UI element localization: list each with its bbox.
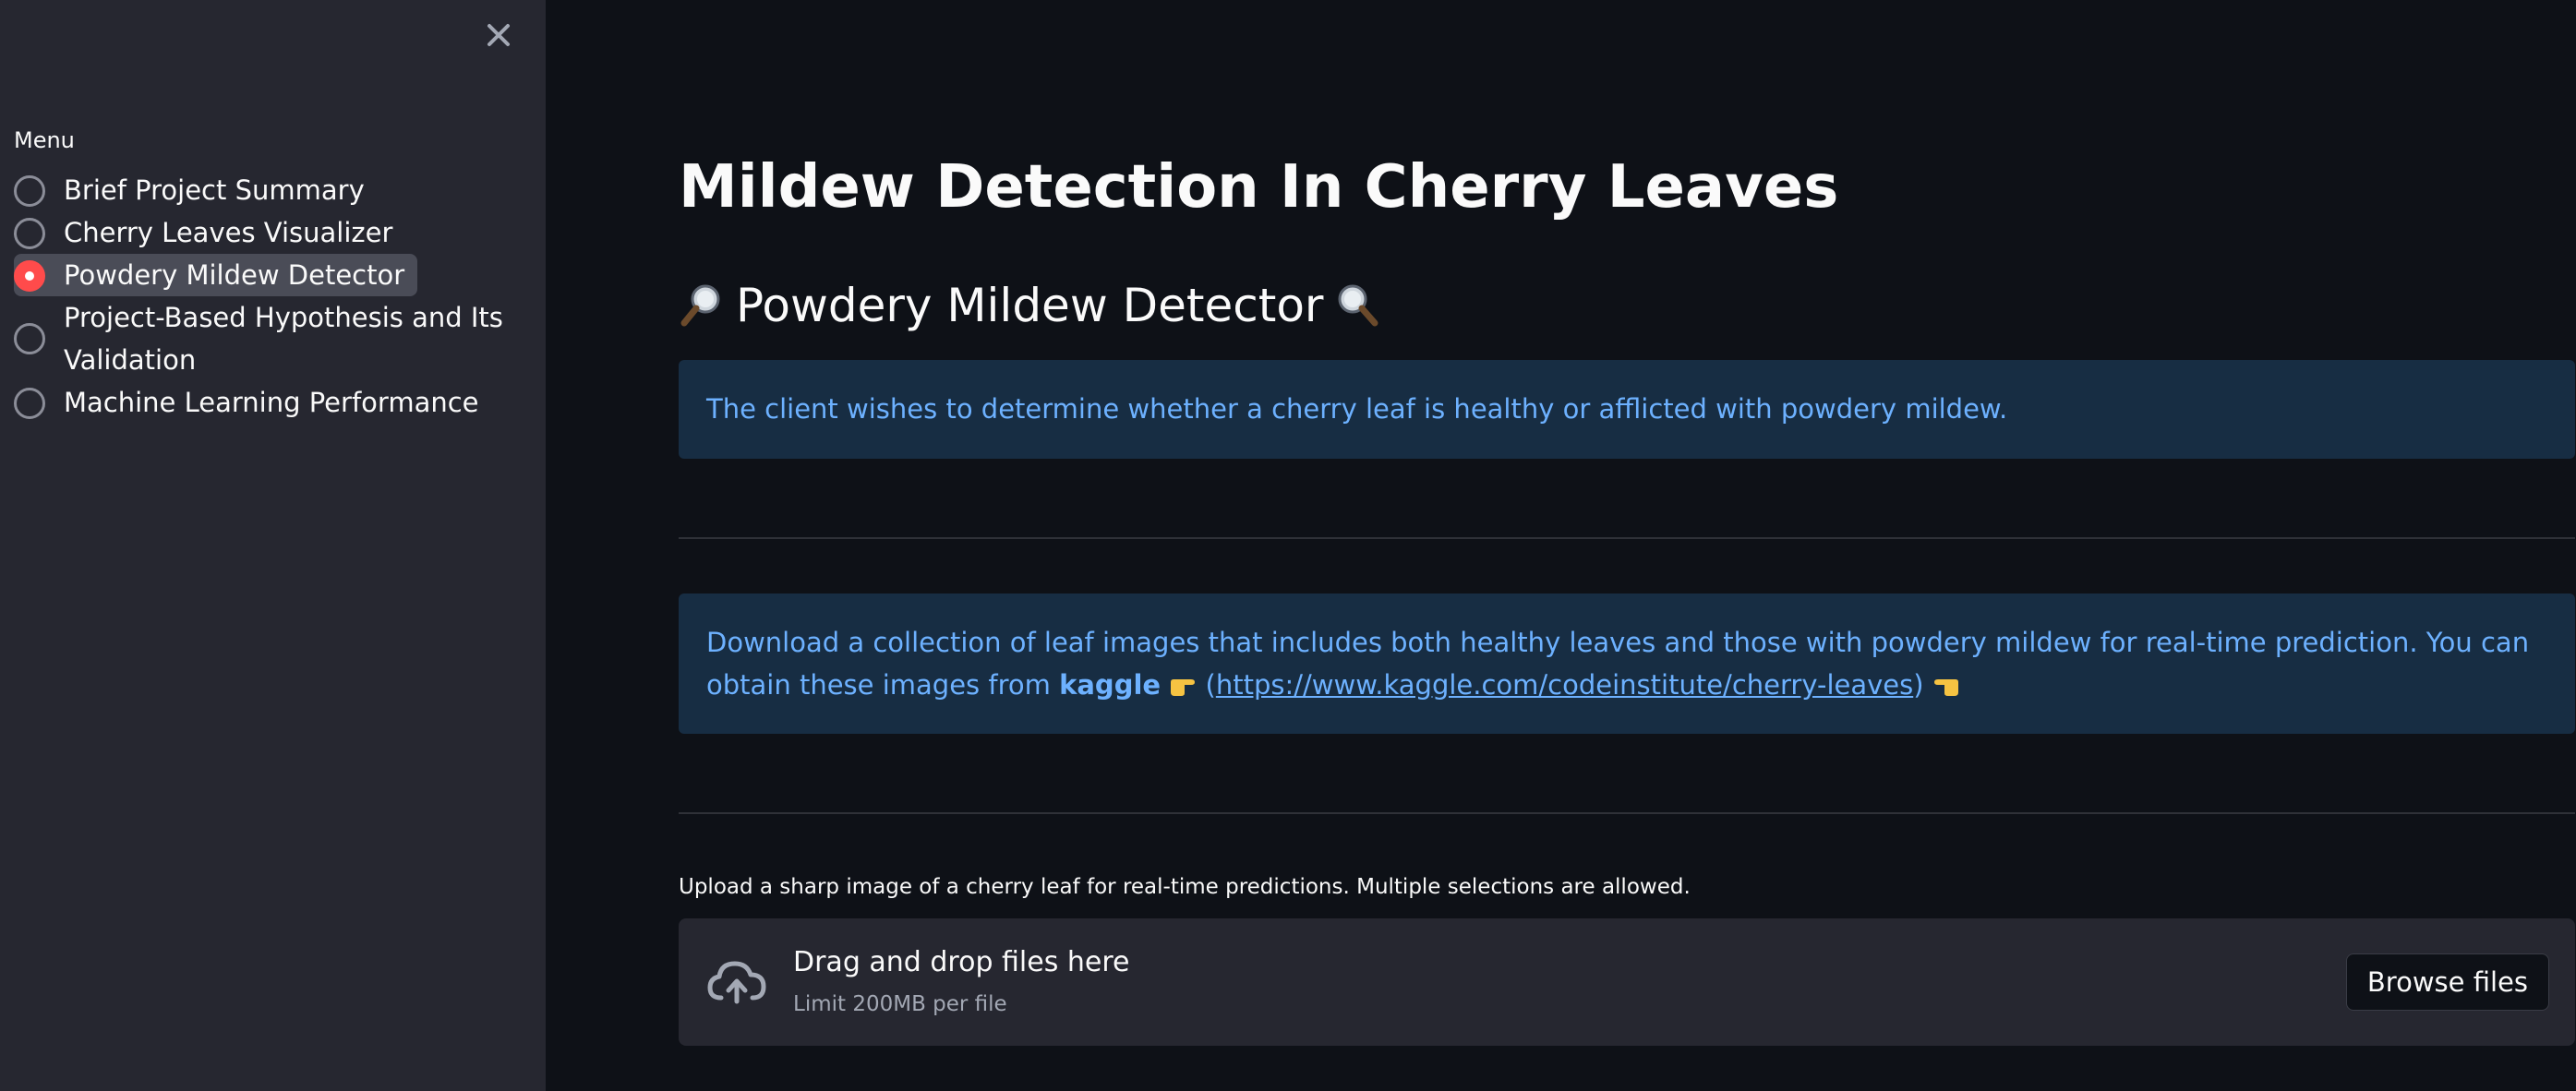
radio-button[interactable] <box>14 388 45 419</box>
pointing-left-icon <box>1933 679 1958 696</box>
divider <box>679 812 2575 814</box>
radio-button-selected[interactable] <box>14 260 45 292</box>
drop-title: Drag and drop files here <box>793 946 1130 978</box>
menu-item-powdery-mildew-detector[interactable]: Powdery Mildew Detector <box>14 254 531 296</box>
menu-item-label: Machine Learning Performance <box>64 387 479 418</box>
page-title: Mildew Detection In Cherry Leaves <box>679 153 1839 222</box>
radio-button[interactable] <box>14 323 45 354</box>
kaggle-label: kaggle <box>1059 669 1162 701</box>
menu-radio-group: Brief Project Summary Cherry Leaves Visu… <box>14 169 531 424</box>
magnifier-right-icon <box>1338 284 1378 327</box>
pointing-right-icon <box>1171 679 1196 696</box>
file-dropzone[interactable]: Drag and drop files here Limit 200MB per… <box>679 918 2575 1046</box>
menu-item-ml-performance[interactable]: Machine Learning Performance <box>14 381 531 424</box>
close-icon[interactable] <box>478 15 519 55</box>
menu-item-label: Brief Project Summary <box>64 174 365 206</box>
menu-label: Menu <box>14 127 75 153</box>
menu-item-label: Project-Based Hypothesis and Its Validat… <box>64 302 503 376</box>
main-content: Mildew Detection In Cherry Leaves Powder… <box>546 0 2576 1091</box>
subheader-text: Powdery Mildew Detector <box>736 279 1324 332</box>
divider <box>679 537 2575 539</box>
browse-files-button[interactable]: Browse files <box>2345 953 2549 1011</box>
menu-item-cherry-leaves-visualizer[interactable]: Cherry Leaves Visualizer <box>14 211 531 254</box>
radio-button[interactable] <box>14 218 45 249</box>
magnifier-left-icon <box>680 284 720 327</box>
info-box-client-goal: The client wishes to determine whether a… <box>679 360 2575 459</box>
app: Menu Brief Project Summary Cherry Leaves… <box>0 0 2576 1091</box>
menu-item-project-hypothesis[interactable]: Project-Based Hypothesis and Its Validat… <box>14 296 531 381</box>
menu-item-label: Cherry Leaves Visualizer <box>64 217 393 248</box>
uploader-label: Upload a sharp image of a cherry leaf fo… <box>679 875 1691 899</box>
sidebar: Menu Brief Project Summary Cherry Leaves… <box>0 0 546 1091</box>
radio-button[interactable] <box>14 175 45 207</box>
menu-item-label: Powdery Mildew Detector <box>64 259 405 291</box>
cloud-upload-icon <box>707 961 766 1004</box>
info-text: The client wishes to determine whether a… <box>706 393 2008 425</box>
kaggle-link[interactable]: https://www.kaggle.com/codeinstitute/che… <box>1216 669 1913 701</box>
menu-item-brief-project-summary[interactable]: Brief Project Summary <box>14 169 531 211</box>
link-close: ) <box>1913 669 1924 701</box>
subheader: Powdery Mildew Detector <box>677 279 1382 332</box>
file-size-limit: Limit 200MB per file <box>793 992 1007 1016</box>
info-box-download: Download a collection of leaf images tha… <box>679 593 2575 734</box>
link-open: ( <box>1197 669 1216 701</box>
